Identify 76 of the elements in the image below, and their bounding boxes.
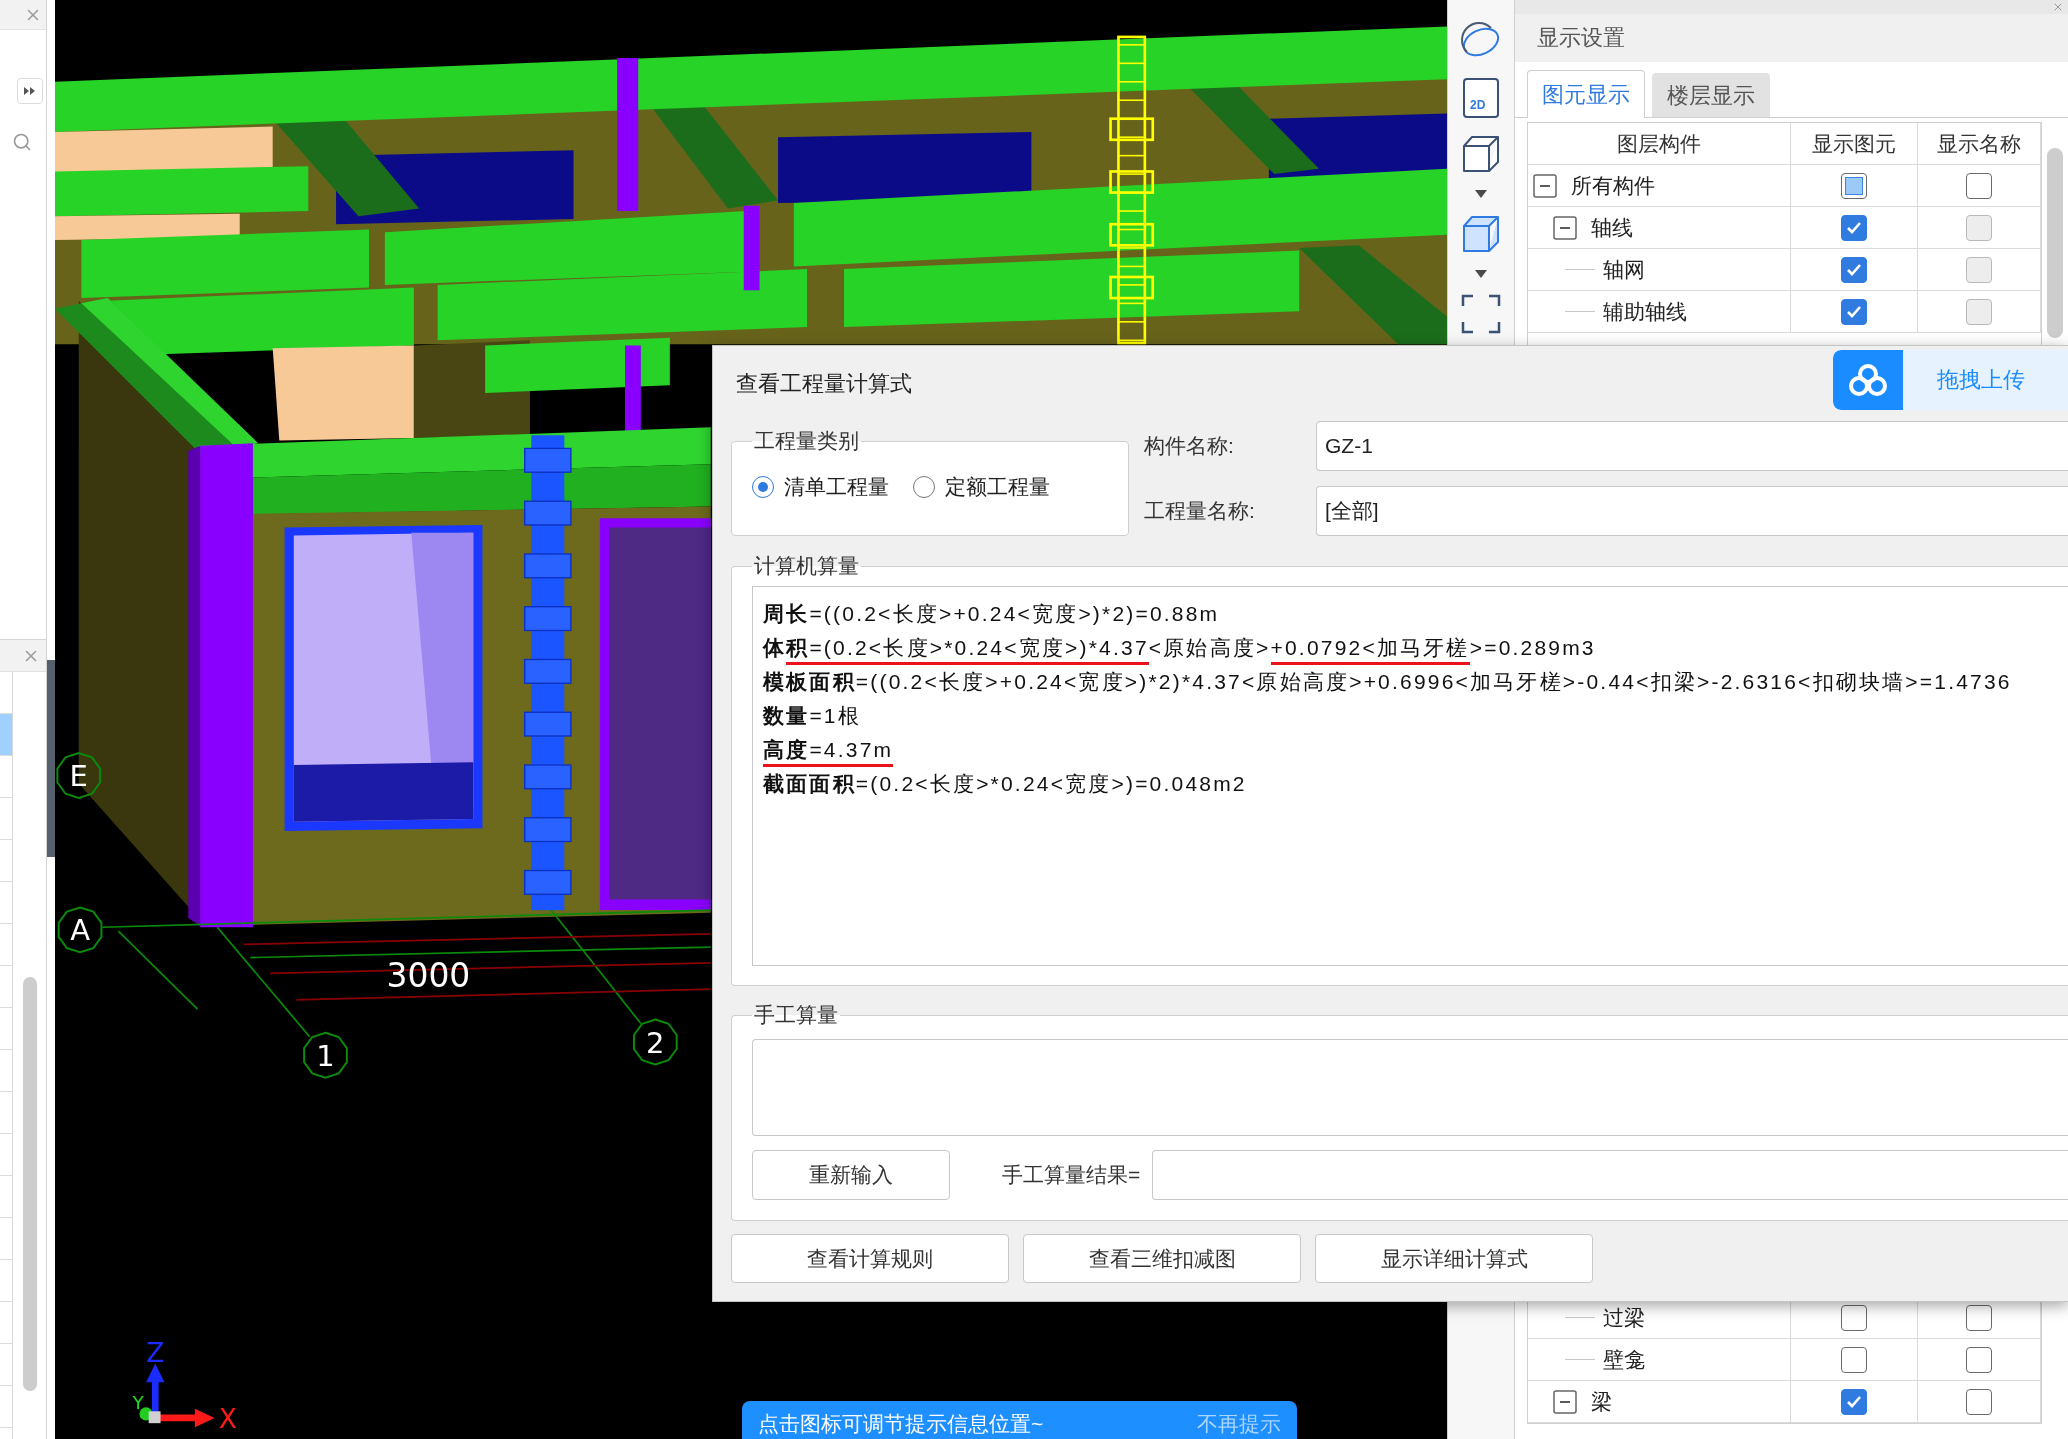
layer-name[interactable]: 梁 <box>1591 1387 1612 1416</box>
cube-icon[interactable] <box>1461 214 1501 254</box>
result-field[interactable] <box>1152 1150 2068 1200</box>
axis-bubble: 2 <box>633 1018 678 1066</box>
checkmark-icon <box>1846 1394 1862 1409</box>
radio-label[interactable]: 定额工程量 <box>945 473 1050 501</box>
splitter-handle[interactable] <box>47 660 55 857</box>
expand-panel-button[interactable] <box>17 78 43 104</box>
dashed-frame-icon[interactable] <box>1461 294 1501 334</box>
panel-title: 显示设置 <box>1515 14 2068 62</box>
layer-name[interactable]: 壁龛 <box>1603 1345 1645 1374</box>
axis-bubble: A <box>57 906 103 954</box>
field-label: 手工算量结果= <box>1002 1162 1141 1188</box>
checkbox[interactable] <box>1841 298 1867 325</box>
text-field[interactable]: GZ-1 <box>1316 421 2068 471</box>
field-label: 构件名称: <box>1144 433 1235 459</box>
column-header: 图层构件 <box>1528 123 1791 164</box>
layer-name[interactable]: 辅助轴线 <box>1603 297 1687 326</box>
group-legend: 工程量类别 <box>752 429 861 453</box>
formula-line: 截面面积=(0.2<长度>*0.24<宽度>)=0.048m2 <box>763 771 1248 797</box>
manual-input-field[interactable] <box>752 1039 2068 1136</box>
formula-line: 高度=4.37m <box>763 733 2058 767</box>
dimension-label: 3000 <box>386 955 471 995</box>
layer-name[interactable]: 所有构件 <box>1571 171 1655 200</box>
cube-outline-icon[interactable] <box>1461 134 1501 174</box>
layer-name[interactable]: 过梁 <box>1603 1303 1645 1332</box>
radio-label[interactable]: 清单工程量 <box>784 473 889 501</box>
checkbox[interactable] <box>1841 1346 1867 1373</box>
radio-button[interactable] <box>913 476 935 498</box>
checkmark-icon <box>1846 262 1862 277</box>
tab[interactable]: 楼层显示 <box>1652 73 1770 117</box>
text-field[interactable]: [全部] <box>1316 486 2068 536</box>
collapse-icon[interactable] <box>1553 215 1577 240</box>
close-icon[interactable] <box>2052 1 2064 13</box>
column-header: 显示图元 <box>1791 123 1918 164</box>
dialog-title: 查看工程量计算式 <box>736 369 912 398</box>
2d-view-button[interactable]: 2D <box>1463 78 1499 118</box>
checkbox[interactable] <box>1841 1304 1867 1331</box>
field-label: 工程量名称: <box>1144 498 1256 524</box>
checkbox[interactable] <box>1841 256 1867 283</box>
reset-button[interactable]: 重新输入 <box>752 1150 950 1200</box>
checkbox[interactable] <box>1841 1388 1867 1415</box>
search-icon[interactable] <box>12 132 32 152</box>
hint-message: 点击图标可调节提示信息位置~ <box>758 1412 1044 1436</box>
group-legend: 手工算量 <box>752 1003 840 1027</box>
axis-bubble: 1 <box>303 1031 348 1079</box>
action-button[interactable]: 显示详细计算式 <box>1315 1234 1593 1283</box>
checkbox[interactable] <box>1966 172 1992 199</box>
formula-line: 周长=((0.2<长度>+0.24<宽度>)*2)=0.88m <box>763 601 1221 627</box>
radio-button[interactable] <box>752 476 774 498</box>
checkbox[interactable] <box>1966 1304 1992 1331</box>
formula-line: 模板面积=((0.2<长度>+0.24<宽度>)*2)*4.37<原始高度>+0.6996<加马牙槎>-0.44<扣梁>-2.6316<扣砌块墙>=1.4736 <box>763 669 2013 695</box>
caret-down-icon[interactable] <box>1475 190 1487 198</box>
formula-line: 数量=1根 <box>763 703 862 729</box>
action-button[interactable]: 查看三维扣减图 <box>1023 1234 1301 1283</box>
collapse-icon[interactable] <box>1533 173 1557 198</box>
cloud-icon <box>1833 350 1903 410</box>
layer-name[interactable]: 轴线 <box>1591 213 1633 242</box>
axis-triad: Z Y X <box>132 1338 237 1435</box>
column-header: 显示名称 <box>1918 123 2041 164</box>
tab[interactable]: 图元显示 <box>1527 70 1645 118</box>
formula-line: 体积=(0.2<长度>*0.24<宽度>)*4.37<原始高度>+0.0792<加马牙槎>=0.289m3 <box>763 631 2058 665</box>
collapse-icon[interactable] <box>1553 1389 1577 1414</box>
scrollbar-thumb[interactable] <box>2047 148 2063 338</box>
caret-down-icon[interactable] <box>1475 270 1487 278</box>
checkmark-icon <box>1846 220 1862 235</box>
scrollbar-thumb[interactable] <box>22 977 37 1391</box>
axis-bubble: E <box>56 752 102 799</box>
checkbox[interactable] <box>1966 1346 1992 1373</box>
checkmark-icon <box>1846 304 1862 319</box>
checkbox[interactable] <box>1966 1388 1992 1415</box>
group-legend: 计算机算量 <box>752 554 861 578</box>
checkbox[interactable] <box>1841 214 1867 241</box>
action-button[interactable]: 查看计算规则 <box>731 1234 1009 1283</box>
layer-name[interactable]: 轴网 <box>1603 255 1645 284</box>
double-arrow-icon <box>24 86 36 96</box>
